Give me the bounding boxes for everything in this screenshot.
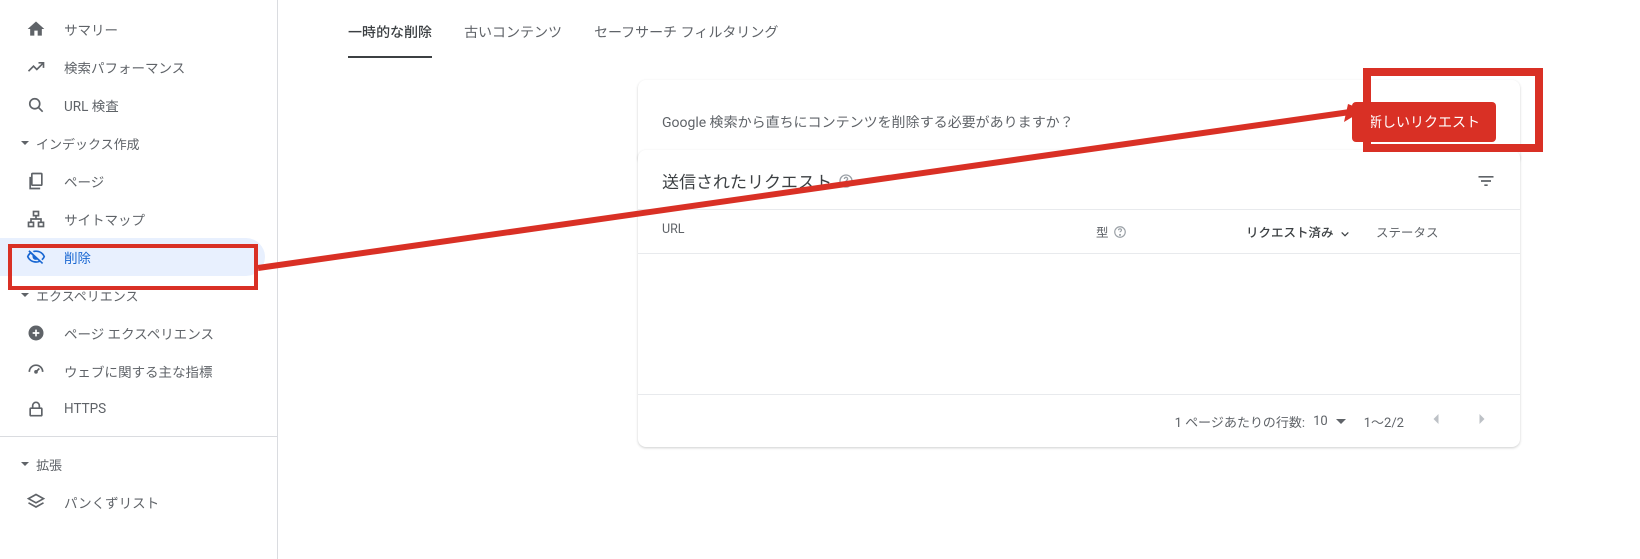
sidebar-item-label: サイトマップ bbox=[64, 209, 145, 229]
tab-safesearch-filtering[interactable]: セーフサーチ フィルタリング bbox=[594, 12, 778, 58]
tab-label: セーフサーチ フィルタリング bbox=[594, 25, 778, 41]
main-content: 一時的な削除 古いコンテンツ セーフサーチ フィルタリング Google 検索か… bbox=[278, 0, 1640, 559]
prev-page-button[interactable] bbox=[1422, 405, 1450, 437]
sidebar-item-sitemaps[interactable]: サイトマップ bbox=[0, 200, 277, 238]
sidebar-item-label: パンくずリスト bbox=[64, 492, 159, 512]
table-header-row: URL 型 リクエスト済み ステータス bbox=[638, 209, 1520, 254]
tab-temporary-removals[interactable]: 一時的な削除 bbox=[348, 12, 432, 58]
divider bbox=[0, 436, 277, 437]
rows-label: 1 ページあたりの行数: bbox=[1175, 412, 1305, 431]
section-label: エクスペリエンス bbox=[36, 286, 138, 305]
table-body bbox=[638, 254, 1520, 394]
chevron-down-icon bbox=[20, 459, 30, 469]
button-label: 新しいリクエスト bbox=[1368, 114, 1480, 130]
sidebar-item-label: URL 検査 bbox=[64, 95, 119, 115]
sidebar-item-url-inspect[interactable]: URL 検査 bbox=[0, 86, 277, 124]
section-label: 拡張 bbox=[36, 455, 62, 474]
column-type[interactable]: 型 bbox=[1096, 222, 1246, 241]
column-url[interactable]: URL bbox=[662, 222, 1096, 241]
help-icon[interactable] bbox=[838, 173, 854, 189]
sidebar-item-label: ウェブに関する主な指標 bbox=[64, 361, 213, 381]
tab-label: 一時的な削除 bbox=[348, 25, 432, 41]
rows-per-page[interactable]: 1 ページあたりの行数: 10 bbox=[1175, 412, 1346, 431]
sidebar-item-https[interactable]: HTTPS bbox=[0, 390, 277, 428]
next-page-button[interactable] bbox=[1468, 405, 1496, 437]
sidebar-item-breadcrumbs[interactable]: パンくずリスト bbox=[0, 483, 277, 521]
eye-off-icon bbox=[26, 247, 46, 267]
sidebar-item-summary[interactable]: サマリー bbox=[0, 10, 277, 48]
filter-icon[interactable] bbox=[1476, 171, 1496, 191]
sidebar-item-label: HTTPS bbox=[64, 401, 106, 417]
column-requested[interactable]: リクエスト済み bbox=[1246, 222, 1376, 241]
requests-card: 送信されたリクエスト URL 型 リクエスト済み ステータス 1 ページあたりの… bbox=[638, 150, 1520, 447]
sidebar-item-label: 削除 bbox=[64, 247, 91, 267]
circle-plus-icon bbox=[26, 323, 46, 343]
layers-icon bbox=[26, 492, 46, 512]
column-label: リクエスト済み bbox=[1246, 222, 1334, 241]
sidebar-section-indexing[interactable]: インデックス作成 bbox=[0, 124, 277, 162]
card-header: 送信されたリクエスト bbox=[638, 150, 1520, 209]
sidebar-item-performance[interactable]: 検索パフォーマンス bbox=[0, 48, 277, 86]
table-footer: 1 ページあたりの行数: 10 1～2/2 bbox=[638, 394, 1520, 447]
sidebar-section-enhance[interactable]: 拡張 bbox=[0, 445, 277, 483]
sidebar-item-core-web-vitals[interactable]: ウェブに関する主な指標 bbox=[0, 352, 277, 390]
chevron-down-icon bbox=[20, 138, 30, 148]
page-range: 1～2/2 bbox=[1364, 412, 1404, 431]
sidebar-item-label: 検索パフォーマンス bbox=[64, 57, 185, 77]
card-title: 送信されたリクエスト bbox=[662, 168, 832, 193]
rows-value: 10 bbox=[1313, 414, 1328, 429]
card-title-row: 送信されたリクエスト bbox=[662, 168, 854, 193]
column-label: 型 bbox=[1096, 222, 1109, 241]
sidebar-item-pages[interactable]: ページ bbox=[0, 162, 277, 200]
section-label: インデックス作成 bbox=[36, 134, 140, 153]
tab-label: 古いコンテンツ bbox=[464, 25, 562, 41]
home-icon bbox=[26, 19, 46, 39]
cta-text: Google 検索から直ちにコンテンツを削除する必要がありますか？ bbox=[662, 112, 1074, 132]
sidebar-item-label: サマリー bbox=[64, 19, 118, 39]
dropdown-icon bbox=[1336, 419, 1346, 424]
tab-bar: 一時的な削除 古いコンテンツ セーフサーチ フィルタリング bbox=[278, 0, 1640, 58]
column-status[interactable]: ステータス bbox=[1376, 222, 1496, 241]
tab-outdated-content[interactable]: 古いコンテンツ bbox=[464, 12, 562, 58]
arrow-down-icon bbox=[1338, 225, 1352, 239]
sidebar-item-page-experience[interactable]: ページ エクスペリエンス bbox=[0, 314, 277, 352]
lock-icon bbox=[26, 399, 46, 419]
speed-icon bbox=[26, 361, 46, 381]
search-icon bbox=[26, 95, 46, 115]
sidebar-item-removals[interactable]: 削除 bbox=[0, 238, 265, 276]
pages-icon bbox=[26, 171, 46, 191]
help-icon[interactable] bbox=[1113, 225, 1127, 239]
trend-icon bbox=[26, 57, 46, 77]
sidebar-section-experience[interactable]: エクスペリエンス bbox=[0, 276, 277, 314]
sidebar-item-label: ページ bbox=[64, 171, 104, 191]
new-request-button[interactable]: 新しいリクエスト bbox=[1352, 102, 1496, 142]
sitemap-icon bbox=[26, 209, 46, 229]
chevron-down-icon bbox=[20, 290, 30, 300]
sidebar-item-label: ページ エクスペリエンス bbox=[64, 323, 214, 343]
sidebar: サマリー 検索パフォーマンス URL 検査 インデックス作成 ページ サイトマッ… bbox=[0, 0, 278, 559]
